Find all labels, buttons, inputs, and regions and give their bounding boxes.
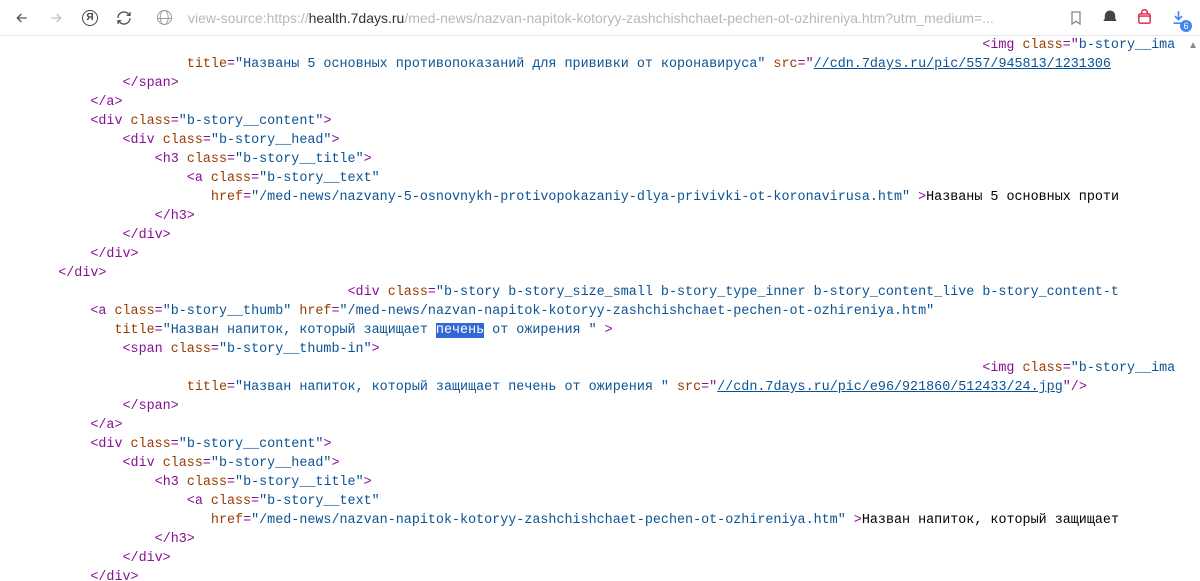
url-host: health.7days.ru xyxy=(309,10,405,26)
source-code[interactable]: <img class="b-story__ima title="Названы … xyxy=(0,36,1200,581)
globe-icon xyxy=(157,10,172,25)
extension-voice-button[interactable] xyxy=(1096,4,1124,32)
yandex-home-button[interactable]: Я xyxy=(76,4,104,32)
browser-toolbar: Я view-source:https://health.7days.ru/me… xyxy=(0,0,1200,36)
downloads-button[interactable]: 6 xyxy=(1164,4,1192,32)
site-info-icon[interactable] xyxy=(150,4,178,32)
forward-button[interactable] xyxy=(42,4,70,32)
back-button[interactable] xyxy=(8,4,36,32)
search-highlight: печень xyxy=(436,323,484,338)
extension-shop-button[interactable] xyxy=(1130,4,1158,32)
downloads-badge: 6 xyxy=(1180,20,1192,32)
url-scheme: view-source:https:// xyxy=(188,10,309,26)
url-path: /med-news/nazvan-napitok-kotoryy-zashchi… xyxy=(404,10,993,26)
address-bar[interactable]: view-source:https://health.7days.ru/med-… xyxy=(184,10,1056,26)
reload-button[interactable] xyxy=(110,4,138,32)
page-content[interactable]: ▲ <img class="b-story__ima title="Назван… xyxy=(0,36,1200,581)
bookmark-button[interactable] xyxy=(1062,4,1090,32)
scroll-up-indicator: ▲ xyxy=(1188,40,1198,51)
